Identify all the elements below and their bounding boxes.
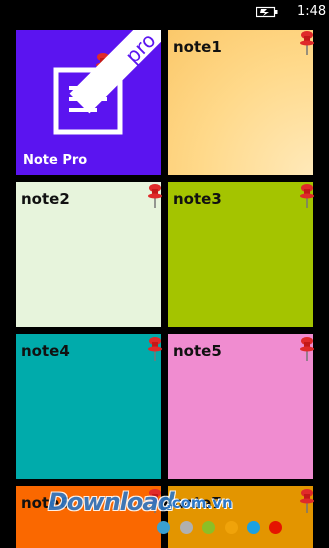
pin-icon bbox=[300, 31, 314, 55]
note-pro-label: Note Pro bbox=[23, 153, 88, 168]
note-title: note2 bbox=[21, 190, 70, 208]
watermark-domain: .com.vn bbox=[166, 494, 233, 512]
pin-icon bbox=[300, 489, 314, 513]
note-tile[interactable]: note3 bbox=[168, 182, 313, 327]
note-tile[interactable]: note2 bbox=[16, 182, 161, 327]
battery-charging-icon bbox=[256, 6, 278, 18]
status-bar: 1:48 bbox=[0, 0, 329, 26]
pin-icon bbox=[300, 337, 314, 361]
note-pro-tile[interactable]: pro Note Pro bbox=[16, 30, 161, 175]
note-tile[interactable]: note5 bbox=[168, 334, 313, 479]
pin-icon bbox=[148, 184, 162, 208]
color-dot[interactable] bbox=[225, 521, 238, 534]
note-title: note4 bbox=[21, 342, 70, 360]
pin-icon bbox=[300, 184, 314, 208]
color-dot[interactable] bbox=[202, 521, 215, 534]
color-dot[interactable] bbox=[247, 521, 260, 534]
pin-icon bbox=[148, 337, 162, 361]
watermark-brand: Download bbox=[48, 488, 175, 516]
color-dot[interactable] bbox=[180, 521, 193, 534]
note-title: note1 bbox=[173, 38, 222, 56]
note-title: note3 bbox=[173, 190, 222, 208]
color-dot[interactable] bbox=[157, 521, 170, 534]
color-dot[interactable] bbox=[269, 521, 282, 534]
note-tile[interactable]: note1 bbox=[168, 30, 313, 175]
clock: 1:48 bbox=[297, 4, 327, 19]
note-title: note5 bbox=[173, 342, 222, 360]
note-tile[interactable]: note4 bbox=[16, 334, 161, 479]
